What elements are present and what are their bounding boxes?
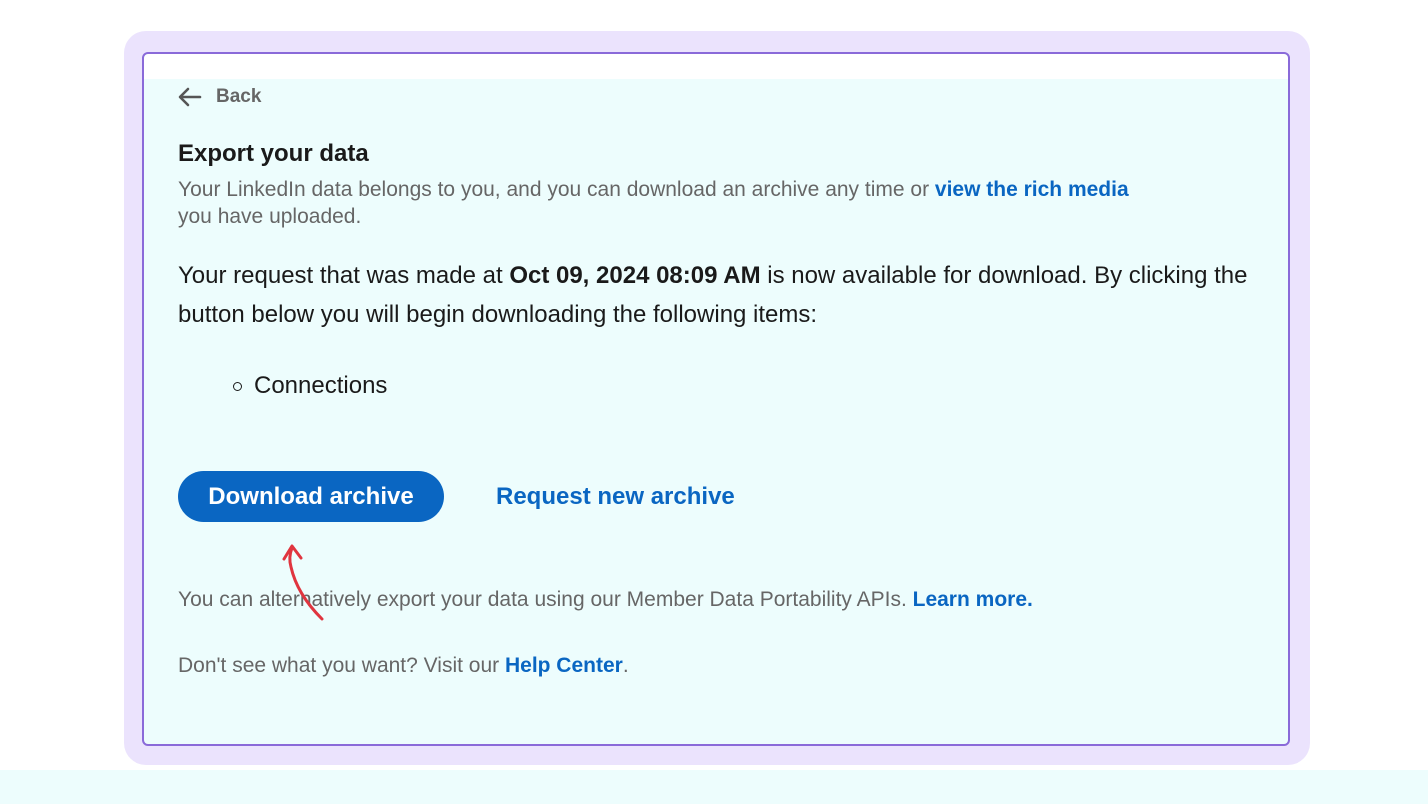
request-status-text: Your request that was made at Oct 09, 20… <box>178 256 1248 334</box>
list-item-label: Connections <box>254 372 388 399</box>
help-text-suffix: . <box>622 654 629 677</box>
intro-text: Your LinkedIn data belongs to you, and y… <box>178 176 1248 230</box>
card-top-strip <box>144 54 1288 79</box>
help-center-text: Don't see what you want? Visit our Help … <box>178 654 629 678</box>
circle-bullet-icon <box>233 381 242 391</box>
help-center-link[interactable]: Help Center <box>505 654 623 677</box>
help-text-body: Don't see what you want? Visit our <box>178 654 505 677</box>
back-link[interactable]: Back <box>178 86 261 108</box>
arrow-left-icon <box>178 87 202 107</box>
request-prefix: Your request that was made at <box>178 262 510 289</box>
intro-text-body: Your LinkedIn data belongs to you, and y… <box>178 178 935 201</box>
download-archive-button[interactable]: Download archive <box>178 471 444 522</box>
request-new-archive-link[interactable]: Request new archive <box>496 483 735 511</box>
intro-text-suffix: you have uploaded. <box>178 205 362 228</box>
learn-more-link[interactable]: Learn more. <box>913 588 1033 611</box>
alternative-export-body: You can alternatively export your data u… <box>178 588 913 611</box>
download-items-list: Connections <box>233 372 387 400</box>
request-timestamp: Oct 09, 2024 08:09 AM <box>509 262 761 289</box>
back-label: Back <box>216 86 262 107</box>
view-rich-media-link[interactable]: view the rich media <box>935 178 1129 201</box>
alternative-export-text: You can alternatively export your data u… <box>178 588 1033 612</box>
list-item: Connections <box>233 372 387 400</box>
page-title: Export your data <box>178 140 369 167</box>
bottom-band <box>0 770 1428 804</box>
export-data-card: Back Export your data Your LinkedIn data… <box>142 52 1290 746</box>
